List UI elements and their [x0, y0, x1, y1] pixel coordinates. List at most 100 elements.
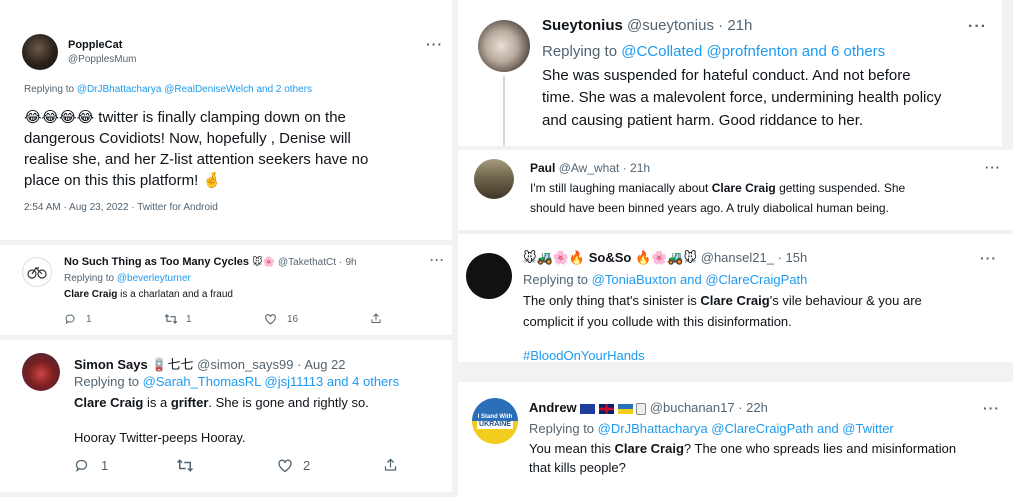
- ukraine-flag-icon: [617, 403, 633, 414]
- tweet-text: 's vile behaviour & you are: [769, 293, 922, 308]
- tweet-text: is a: [143, 395, 171, 410]
- user-handle[interactable]: @simon_says99: [197, 357, 293, 372]
- more-options-icon[interactable]: ···: [980, 250, 997, 266]
- like-button[interactable]: 2: [277, 458, 310, 473]
- share-button[interactable]: [370, 312, 382, 325]
- share-icon: [371, 313, 381, 323]
- display-name[interactable]: So&So: [589, 250, 632, 265]
- tweet-sueytonius[interactable]: Sueytonius @sueytonius · 21h ··· Replyin…: [458, 0, 1002, 146]
- more-options-icon[interactable]: ···: [985, 160, 1001, 175]
- highlighted-name: Clare Craig: [614, 441, 684, 456]
- tweet-text: You mean this: [529, 441, 615, 456]
- replying-targets[interactable]: @DrJBhattacharya @RealDeniseWelch and 2 …: [77, 84, 312, 95]
- avatar-caption: UKRAINE: [477, 420, 513, 429]
- avatar[interactable]: [22, 257, 52, 287]
- tweet-popplecat[interactable]: PoppleCat @PopplesMum ··· Replying to @D…: [0, 0, 452, 240]
- heart-icon: [265, 314, 276, 325]
- more-options-icon[interactable]: ···: [426, 36, 443, 52]
- retweet-icon: [176, 459, 194, 472]
- tweet-time[interactable]: 21h: [630, 161, 650, 175]
- replying-label: Replying to: [74, 374, 140, 389]
- tweet-text-line: place on this this platform!: [24, 172, 199, 189]
- tweet-text-line: twitter is finally clamping down on the: [98, 109, 346, 126]
- tweet-text: I'm still laughing maniacally about: [530, 181, 712, 195]
- more-options-icon[interactable]: ···: [983, 400, 1000, 416]
- tweet-soandso[interactable]: 🐭🚜🌸🔥 So&So 🔥🌸🚜🐭 @hansel21_ · 15h ··· Rep…: [458, 234, 1013, 362]
- tweet-time[interactable]: 9h: [345, 257, 356, 268]
- user-handle[interactable]: @hansel21_: [701, 250, 774, 265]
- tweet-text-line: that kills people?: [529, 460, 626, 475]
- tweet-text: ? The one who spreads lies and misinform…: [683, 441, 957, 456]
- replying-targets[interactable]: @Sarah_ThomasRL @jsj11113 and 4 others: [143, 374, 399, 389]
- crossed-fingers-emoji: 🤞: [202, 172, 222, 189]
- replying-targets[interactable]: @DrJBhattacharya @ClareCraigPath and @Tw…: [598, 421, 894, 436]
- reply-button[interactable]: 1: [64, 313, 92, 325]
- replying-targets[interactable]: @beverleyturner: [117, 273, 191, 284]
- replying-targets[interactable]: @CCollated @profnfenton and 6 others: [621, 43, 885, 60]
- more-options-icon[interactable]: ···: [968, 18, 987, 36]
- tweet-text-line: She was suspended for hateful conduct. A…: [542, 67, 911, 84]
- tweet-paul[interactable]: Paul @Aw_what · 21h ··· I'm still laughi…: [458, 150, 1013, 230]
- hashtag-link[interactable]: #BloodOnYourHands: [523, 348, 645, 362]
- replying-label: Replying to: [529, 421, 595, 436]
- avatar[interactable]: [22, 353, 60, 391]
- retweet-button[interactable]: [176, 458, 194, 473]
- tweet-cycles[interactable]: No Such Thing as Too Many Cycles 🐭🌸 @Tak…: [0, 245, 452, 335]
- display-name[interactable]: PoppleCat: [68, 39, 122, 51]
- user-handle[interactable]: @sueytonius: [627, 17, 714, 34]
- reply-icon: [65, 314, 75, 325]
- more-options-icon[interactable]: ···: [430, 253, 445, 267]
- avatar[interactable]: [22, 34, 58, 70]
- tweet-text: . She is gone and rightly so.: [208, 395, 369, 410]
- display-name[interactable]: Andrew: [529, 400, 577, 415]
- vaccine-icon: [636, 402, 647, 415]
- name-emoji: 🐭🌸: [252, 257, 275, 268]
- replying-label: Replying to: [542, 43, 618, 60]
- replying-label: Replying to: [523, 272, 589, 287]
- replying-targets[interactable]: @ToniaBuxton and @ClareCraigPath: [592, 272, 808, 287]
- tweet-time[interactable]: Aug 22: [304, 357, 345, 372]
- tweet-time[interactable]: 22h: [746, 400, 768, 415]
- display-name[interactable]: No Such Thing as Too Many Cycles: [64, 256, 249, 268]
- tweet-timestamp[interactable]: 2:54 AM · Aug 23, 2022 · Twitter for And…: [24, 202, 218, 213]
- thread-connector: [503, 76, 505, 146]
- tweet-text-line: time. She was a malevolent force, underm…: [542, 89, 942, 106]
- retweet-icon: [164, 314, 178, 324]
- tweet-text: The only thing that's sinister is: [523, 293, 701, 308]
- share-button[interactable]: [383, 457, 398, 473]
- display-name[interactable]: Simon Says: [74, 357, 148, 372]
- bicycle-icon: [27, 267, 47, 279]
- user-handle[interactable]: @buchanan17: [650, 400, 735, 415]
- avatar[interactable]: [466, 253, 512, 299]
- tweet-text: is a charlatan and a fraud: [117, 289, 233, 300]
- user-handle[interactable]: @Aw_what: [559, 161, 620, 175]
- tweet-text-line: and causing patient harm. Good riddance …: [542, 112, 864, 129]
- avatar[interactable]: [478, 20, 530, 72]
- replying-label: Replying to: [64, 273, 115, 284]
- name-emoji: 🪫七七: [151, 357, 194, 372]
- highlighted-name: Clare Craig: [700, 293, 770, 308]
- avatar[interactable]: I Stand With UKRAINE: [472, 398, 518, 444]
- tweet-text-line: realise she, and her Z-list attention se…: [24, 151, 369, 168]
- tweet-text-line: should have been binned years ago. A tru…: [530, 201, 889, 215]
- tweet-andrew[interactable]: I Stand With UKRAINE Andrew @buchanan17 …: [458, 382, 1013, 497]
- reply-count: 1: [86, 313, 92, 325]
- tweet-time[interactable]: 15h: [786, 250, 808, 265]
- highlighted-word: grifter: [170, 395, 209, 410]
- like-button[interactable]: 16: [264, 313, 298, 325]
- highlighted-name: Clare Craig: [74, 395, 144, 410]
- tweet-text-line: dangerous Covidiots! Now, hopefully , De…: [24, 130, 351, 147]
- avatar[interactable]: [474, 159, 514, 199]
- retweet-button[interactable]: 1: [164, 313, 192, 325]
- tweet-text-line: Hooray Twitter-peeps Hooray.: [74, 430, 246, 445]
- like-count: 16: [287, 313, 299, 325]
- reply-button[interactable]: 1: [74, 458, 108, 473]
- heart-icon: [278, 459, 292, 473]
- tweet-time[interactable]: 21h: [727, 17, 752, 34]
- user-handle[interactable]: @TakethatCt: [278, 257, 336, 268]
- tweet-simon[interactable]: Simon Says 🪫七七 @simon_says99 · Aug 22 Re…: [0, 340, 452, 492]
- display-name[interactable]: Paul: [530, 161, 555, 175]
- user-handle[interactable]: @PopplesMum: [68, 54, 137, 65]
- display-name[interactable]: Sueytonius: [542, 17, 623, 34]
- tweet-emoji: 😂😂😂😂: [24, 109, 95, 126]
